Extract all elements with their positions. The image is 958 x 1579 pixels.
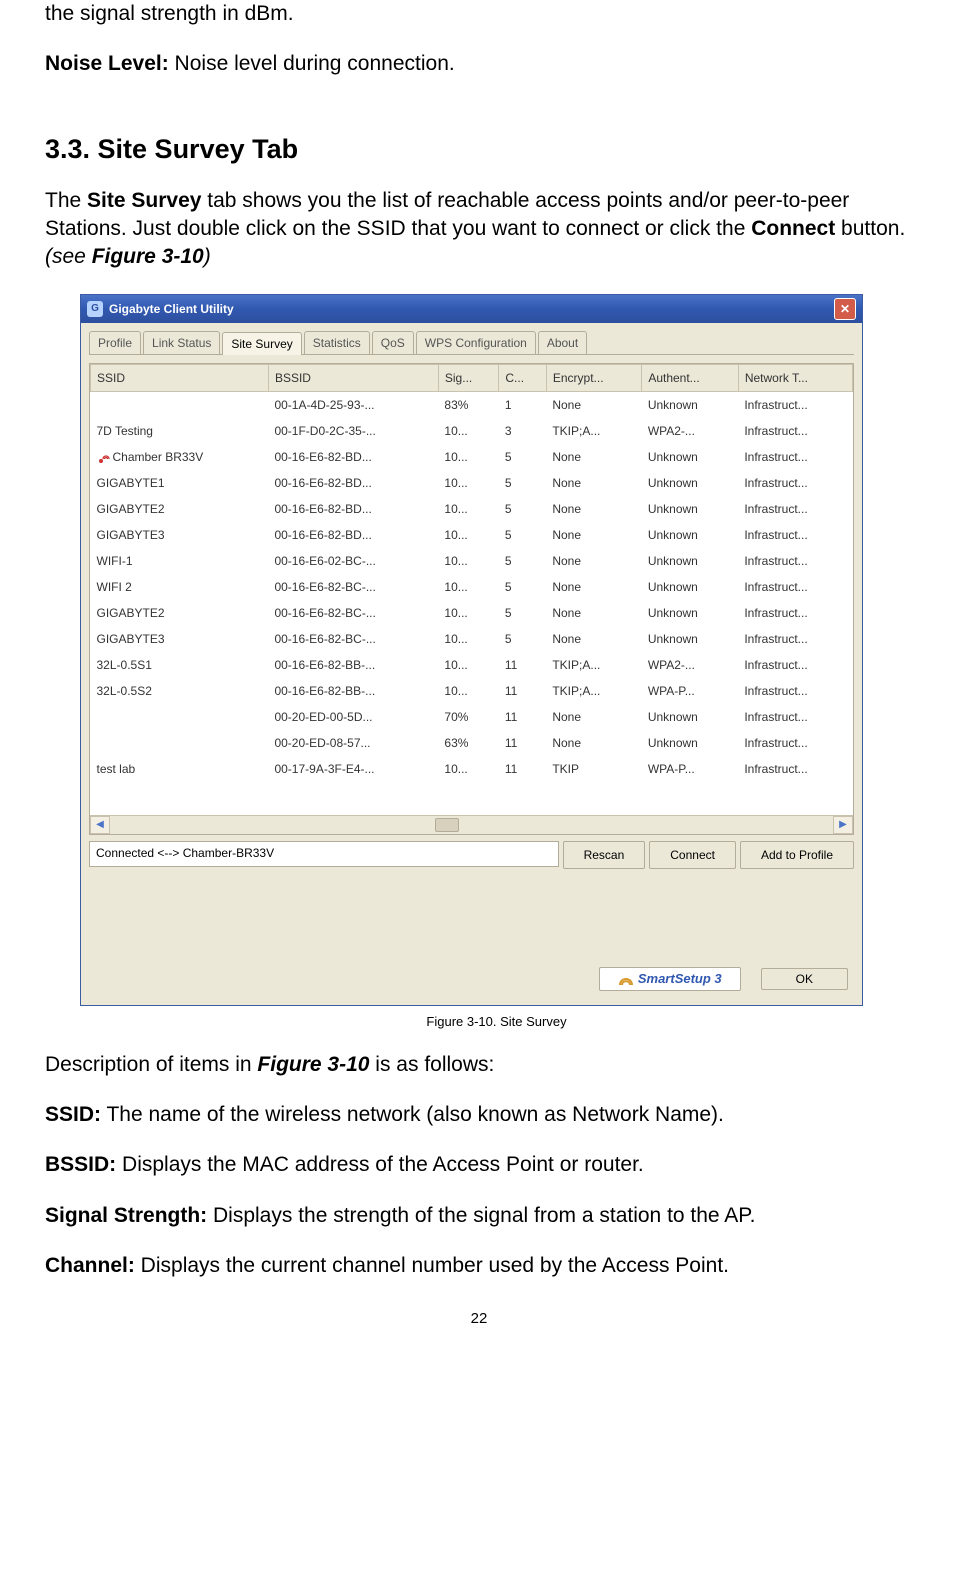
connected-icon [97,452,111,464]
title-bar: G Gigabyte Client Utility ✕ [81,295,862,323]
def-ssid: SSID: The name of the wireless network (… [45,1101,913,1129]
close-icon[interactable]: ✕ [834,298,856,320]
def-channel: Channel: Displays the current channel nu… [45,1252,913,1280]
page-number: 22 [45,1310,913,1327]
window-footer: SmartSetup 3 OK [81,877,862,1005]
tab-wps-configuration[interactable]: WPS Configuration [416,331,536,354]
table-row[interactable]: GIGABYTE100-16-E6-82-BD...10...5NoneUnkn… [91,470,853,496]
window-title: Gigabyte Client Utility [109,302,234,316]
tab-statistics[interactable]: Statistics [304,331,370,354]
tab-strip: ProfileLink StatusSite SurveyStatisticsQ… [89,331,854,355]
table-row[interactable]: 32L-0.5S100-16-E6-82-BB-...10...11TKIP;A… [91,652,853,678]
table-row[interactable]: 00-20-ED-00-5D...70%11NoneUnknownInfrast… [91,704,853,730]
scroll-track[interactable] [110,816,833,834]
scroll-right-icon[interactable]: ▶ [833,816,853,834]
column-header[interactable]: Network T... [738,364,852,391]
desc-intro-a: Description of items in [45,1053,257,1076]
connection-status: Connected <--> Chamber-BR33V [89,841,559,867]
def-bssid: BSSID: Displays the MAC address of the A… [45,1151,913,1179]
noise-level-line: Noise Level: Noise level during connecti… [45,50,913,78]
column-header[interactable]: SSID [91,364,269,391]
app-window: G Gigabyte Client Utility ✕ ProfileLink … [80,294,863,1006]
table-row[interactable]: WIFI 200-16-E6-82-BC-...10...5NoneUnknow… [91,574,853,600]
def-bssid-label: BSSID: [45,1153,116,1176]
survey-table: SSIDBSSIDSig...C...Encrypt...Authent...N… [90,364,853,782]
table-row[interactable]: WIFI-100-16-E6-02-BC-...10...5NoneUnknow… [91,548,853,574]
tab-site-survey[interactable]: Site Survey [222,332,301,355]
tab-link-status[interactable]: Link Status [143,331,220,354]
table-row[interactable]: 7D Testing00-1F-D0-2C-35-...10...3TKIP;A… [91,418,853,444]
table-row[interactable]: GIGABYTE200-16-E6-82-BC-...10...5NoneUnk… [91,600,853,626]
def-signal: Signal Strength: Displays the strength o… [45,1202,913,1230]
column-header[interactable]: C... [499,364,546,391]
table-row[interactable]: test lab00-17-9A-3F-E4-...10...11TKIPWPA… [91,756,853,782]
def-channel-label: Channel: [45,1254,135,1277]
desc-intro-b: Figure 3-10 [257,1053,369,1076]
noise-text: Noise level during connection. [169,52,455,75]
desc-intro: Description of items in Figure 3-10 is a… [45,1051,913,1079]
table-row[interactable]: GIGABYTE300-16-E6-82-BC-...10...5NoneUnk… [91,626,853,652]
table-row[interactable]: GIGABYTE200-16-E6-82-BD...10...5NoneUnkn… [91,496,853,522]
rescan-button[interactable]: Rescan [563,841,646,869]
connect-button[interactable]: Connect [649,841,736,869]
column-header[interactable]: Encrypt... [546,364,641,391]
noise-label: Noise Level: [45,52,169,75]
table-row[interactable]: 00-1A-4D-25-93-...83%1NoneUnknownInfrast… [91,391,853,418]
def-ssid-text: The name of the wireless network (also k… [101,1103,724,1126]
intro-t6: (see [45,245,92,268]
intro-t8: ) [204,245,211,268]
table-row[interactable]: GIGABYTE300-16-E6-82-BD...10...5NoneUnkn… [91,522,853,548]
table-row[interactable]: Chamber BR33V00-16-E6-82-BD...10...5None… [91,444,853,470]
tab-profile[interactable]: Profile [89,331,141,354]
tab-about[interactable]: About [538,331,587,354]
scroll-thumb[interactable] [435,818,459,832]
survey-list[interactable]: SSIDBSSIDSig...C...Encrypt...Authent...N… [89,363,854,835]
smartsetup-label: SmartSetup 3 [638,971,722,986]
def-channel-text: Displays the current channel number used… [135,1254,729,1277]
table-row[interactable]: 32L-0.5S200-16-E6-82-BB-...10...11TKIP;A… [91,678,853,704]
column-header[interactable]: Sig... [438,364,498,391]
intro-t2: Site Survey [87,189,201,212]
intro-t5: button. [835,217,905,240]
smartsetup-button[interactable]: SmartSetup 3 [599,967,741,991]
def-bssid-text: Displays the MAC address of the Access P… [116,1153,644,1176]
intro-t1: The [45,189,87,212]
column-header[interactable]: BSSID [268,364,438,391]
add-to-profile-button[interactable]: Add to Profile [740,841,854,869]
def-ssid-label: SSID: [45,1103,101,1126]
fragment-top: the signal strength in dBm. [45,0,913,28]
table-row[interactable]: 00-20-ED-08-57...63%11NoneUnknownInfrast… [91,730,853,756]
intro-t7: Figure 3-10 [92,245,204,268]
tab-qos[interactable]: QoS [372,331,414,354]
intro-t4: Connect [751,217,835,240]
scroll-left-icon[interactable]: ◀ [90,816,110,834]
app-icon: G [87,301,103,317]
smartsetup-icon [618,971,634,987]
def-signal-label: Signal Strength: [45,1204,207,1227]
column-header[interactable]: Authent... [642,364,739,391]
figure-container: G Gigabyte Client Utility ✕ ProfileLink … [80,294,913,1029]
desc-intro-c: is as follows: [369,1053,494,1076]
section-heading: 3.3. Site Survey Tab [45,134,913,165]
def-signal-text: Displays the strength of the signal from… [207,1204,755,1227]
figure-caption: Figure 3-10. Site Survey [80,1014,913,1029]
horizontal-scrollbar[interactable]: ◀ ▶ [90,815,853,834]
ok-button[interactable]: OK [761,968,848,990]
intro-paragraph: The Site Survey tab shows you the list o… [45,187,913,272]
